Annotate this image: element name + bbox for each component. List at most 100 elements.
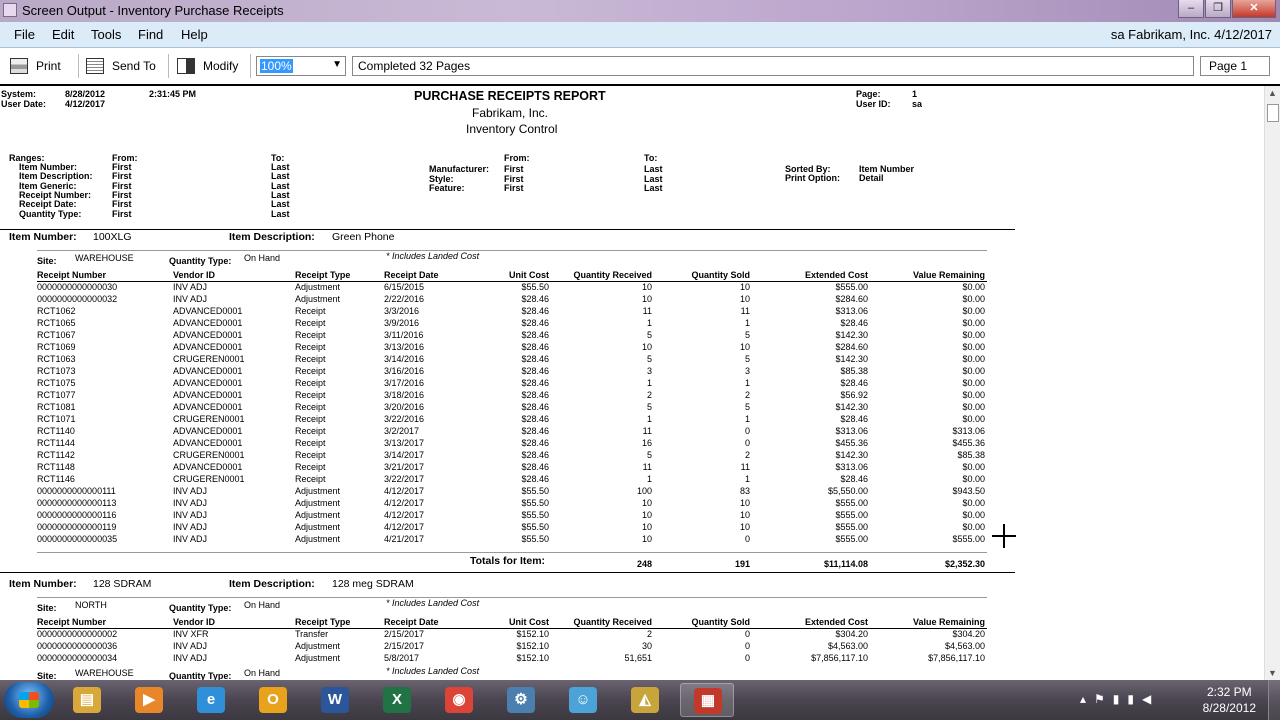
table-cell: $0.00 bbox=[962, 462, 985, 472]
modify-button[interactable]: Modify bbox=[177, 56, 238, 76]
table-cell: RCT1077 bbox=[37, 390, 76, 400]
table-cell: $304.20 bbox=[835, 629, 868, 639]
table-cell: $455.36 bbox=[952, 438, 985, 448]
close-button[interactable]: ✕ bbox=[1232, 0, 1276, 18]
taskbar-app-screen-output[interactable]: ▦ bbox=[680, 683, 734, 717]
taskbar-app-settings[interactable]: ⚙ bbox=[494, 683, 548, 717]
column-header: Receipt Type bbox=[295, 270, 351, 280]
table-cell: $142.30 bbox=[835, 402, 868, 412]
quantity-type-label: Quantity Type: bbox=[169, 671, 232, 680]
scroll-thumb[interactable] bbox=[1267, 104, 1279, 122]
minimize-button[interactable]: – bbox=[1178, 0, 1204, 18]
table-cell: $28.46 bbox=[521, 306, 549, 316]
column-header: Unit Cost bbox=[509, 270, 549, 280]
table-cell: 5 bbox=[646, 354, 652, 364]
toolbar-separator bbox=[250, 54, 251, 78]
table-cell: $0.00 bbox=[962, 378, 985, 388]
show-desktop-button[interactable] bbox=[1268, 680, 1280, 720]
menu-edit[interactable]: Edit bbox=[52, 27, 74, 42]
taskbar-app-file-explorer[interactable]: ▤ bbox=[60, 683, 114, 717]
table-cell: $152.10 bbox=[516, 629, 549, 639]
table-cell: 2 bbox=[646, 629, 652, 639]
table-cell: 10 bbox=[739, 522, 750, 532]
tray-icons[interactable]: ▴⚑▮▮◀ bbox=[1080, 692, 1159, 706]
table-cell: $0.00 bbox=[962, 330, 985, 340]
scroll-up-icon[interactable]: ▲ bbox=[1268, 88, 1277, 98]
send-to-button[interactable]: Send To bbox=[86, 56, 156, 76]
menu-help[interactable]: Help bbox=[181, 27, 208, 42]
table-cell: $28.46 bbox=[521, 450, 549, 460]
table-cell: 11 bbox=[642, 306, 652, 316]
vertical-scrollbar[interactable]: ▲ ▼ bbox=[1264, 86, 1280, 680]
item-number-label: Item Number: bbox=[9, 578, 77, 590]
taskbar-app-chrome[interactable]: ◉ bbox=[432, 683, 486, 717]
user-id-label: User ID: bbox=[856, 99, 891, 109]
taskbar-app-media-player[interactable]: ▶ bbox=[122, 683, 176, 717]
taskbar-app-word[interactable]: W bbox=[308, 683, 362, 717]
zoom-select[interactable]: 100% ▼ bbox=[256, 56, 346, 76]
menu-find[interactable]: Find bbox=[138, 27, 163, 42]
menu-file[interactable]: File bbox=[14, 27, 35, 42]
table-cell: 10 bbox=[739, 342, 750, 352]
table-cell: ADVANCED0001 bbox=[173, 330, 243, 340]
chevron-down-icon[interactable]: ▼ bbox=[332, 59, 342, 70]
table-cell: $313.06 bbox=[835, 306, 868, 316]
window-title-bar[interactable]: Screen Output - Inventory Purchase Recei… bbox=[0, 0, 1280, 22]
table-cell: $55.50 bbox=[521, 486, 549, 496]
modify-label: Modify bbox=[203, 59, 239, 73]
table-cell: $0.00 bbox=[962, 510, 985, 520]
scroll-down-icon[interactable]: ▼ bbox=[1268, 668, 1277, 678]
site-value: WAREHOUSE bbox=[75, 253, 134, 263]
table-cell: $313.06 bbox=[835, 462, 868, 472]
table-cell: $455.36 bbox=[835, 438, 868, 448]
table-cell: 51,651 bbox=[624, 653, 652, 663]
system-date: 8/28/2012 bbox=[65, 89, 106, 99]
table-cell: RCT1148 bbox=[37, 462, 75, 472]
table-cell: RCT1067 bbox=[37, 330, 76, 340]
table-cell: 10 bbox=[641, 522, 652, 532]
maximize-button[interactable]: ❐ bbox=[1205, 0, 1231, 18]
table-cell: 4/12/2017 bbox=[384, 510, 425, 520]
taskbar-app-dynamics-gp[interactable]: ◭ bbox=[618, 683, 672, 717]
table-cell: $313.06 bbox=[835, 426, 868, 436]
taskbar-app-excel[interactable]: X bbox=[370, 683, 424, 717]
range-from: First bbox=[112, 208, 132, 219]
taskbar-app-lync[interactable]: ☺ bbox=[556, 683, 610, 717]
table-cell: INV ADJ bbox=[173, 282, 208, 292]
clock[interactable]: 2:32 PM 8/28/2012 bbox=[1203, 684, 1256, 716]
table-cell: Receipt bbox=[295, 318, 326, 328]
table-cell: $7,856,117.10 bbox=[928, 653, 985, 663]
table-cell: 5/8/2017 bbox=[384, 653, 420, 663]
start-button[interactable] bbox=[4, 682, 54, 718]
taskbar-app-outlook[interactable]: O bbox=[246, 683, 300, 717]
system-tray: ▴⚑▮▮◀ 2:32 PM 8/28/2012 bbox=[1080, 680, 1280, 720]
table-cell: Adjustment bbox=[295, 294, 341, 304]
printer-icon bbox=[10, 58, 28, 74]
table-cell: $4,563.00 bbox=[827, 641, 868, 651]
excel-icon: X bbox=[383, 687, 411, 713]
table-cell: 4/12/2017 bbox=[384, 498, 425, 508]
print-button[interactable]: Print bbox=[10, 56, 61, 76]
column-header: Receipt Number bbox=[37, 617, 107, 627]
table-cell: Transfer bbox=[295, 629, 329, 639]
range-to: Last bbox=[644, 173, 663, 184]
zoom-value: 100% bbox=[260, 59, 293, 73]
internet-explorer-icon: e bbox=[197, 687, 225, 713]
menu-bar: File Edit Tools Find Help sa Fabrikam, I… bbox=[0, 22, 1280, 48]
table-cell: 10 bbox=[641, 282, 652, 292]
range-label: Feature: bbox=[429, 183, 465, 193]
user-company-date: sa Fabrikam, Inc. 4/12/2017 bbox=[1110, 27, 1272, 42]
table-cell: 2 bbox=[744, 390, 750, 400]
from-label: From: bbox=[504, 153, 530, 163]
landed-cost-note: * Includes Landed Cost bbox=[386, 598, 480, 608]
menu-tools[interactable]: Tools bbox=[91, 27, 121, 42]
print-option-value: Detail bbox=[859, 173, 884, 183]
dynamics-gp-icon: ◭ bbox=[631, 687, 659, 713]
toolbar-separator bbox=[78, 54, 79, 78]
table-cell: 0 bbox=[744, 653, 750, 663]
table-cell: 3/11/2016 bbox=[384, 330, 424, 340]
modify-icon bbox=[177, 58, 195, 74]
print-option-label: Print Option: bbox=[785, 173, 840, 183]
taskbar-app-internet-explorer[interactable]: e bbox=[184, 683, 238, 717]
table-cell: RCT1075 bbox=[37, 378, 76, 388]
